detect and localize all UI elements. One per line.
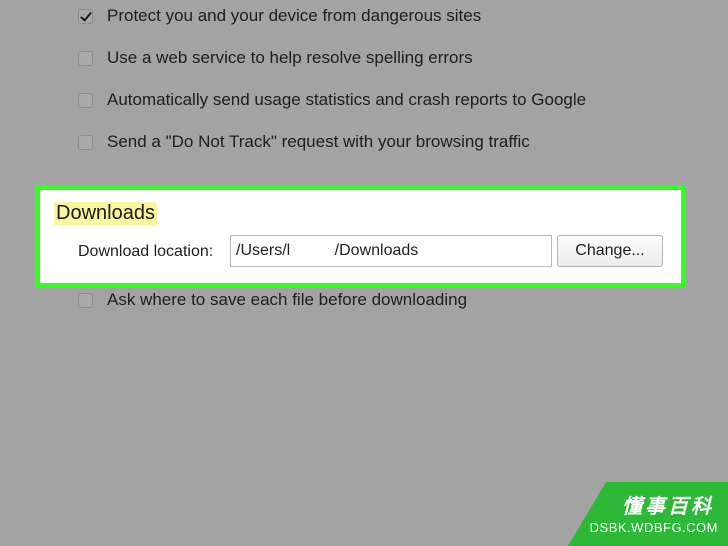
option-row-usage-stats[interactable]: Automatically send usage statistics and … bbox=[78, 88, 586, 112]
download-location-label: Download location: bbox=[78, 243, 214, 260]
watermark-logo: 懂事百科 DSBK.WDBFG.COM bbox=[568, 482, 728, 546]
option-row-spelling[interactable]: Use a web service to help resolve spelli… bbox=[78, 46, 473, 70]
option-label: Ask where to save each file before downl… bbox=[107, 290, 468, 309]
ask-save-location-checkbox[interactable] bbox=[78, 292, 93, 308]
safe-browsing-checkbox[interactable] bbox=[78, 8, 93, 24]
downloads-section: Downloads Download location: /Users/l /D… bbox=[35, 185, 686, 288]
option-label: Automatically send usage statistics and … bbox=[107, 90, 587, 109]
option-label: Use a web service to help resolve spelli… bbox=[107, 48, 473, 67]
watermark-title: 懂事百科 bbox=[622, 496, 714, 518]
usage-stats-checkbox[interactable] bbox=[78, 92, 93, 108]
do-not-track-checkbox[interactable] bbox=[78, 134, 93, 150]
watermark-subtitle: DSBK.WDBFG.COM bbox=[589, 520, 718, 535]
option-label: Protect you and your device from dangero… bbox=[107, 6, 482, 25]
option-row-do-not-track[interactable]: Send a "Do Not Track" request with your … bbox=[78, 130, 530, 154]
download-location-field[interactable]: /Users/l /Downloads bbox=[230, 235, 552, 267]
option-label: Send a "Do Not Track" request with your … bbox=[107, 132, 530, 151]
option-row-safe-browsing[interactable]: Protect you and your device from dangero… bbox=[78, 4, 481, 28]
change-button[interactable]: Change... bbox=[557, 235, 663, 267]
spelling-service-checkbox[interactable] bbox=[78, 50, 93, 66]
downloads-heading: Downloads bbox=[54, 202, 157, 225]
option-row-ask-save-location[interactable]: Ask where to save each file before downl… bbox=[78, 288, 467, 312]
